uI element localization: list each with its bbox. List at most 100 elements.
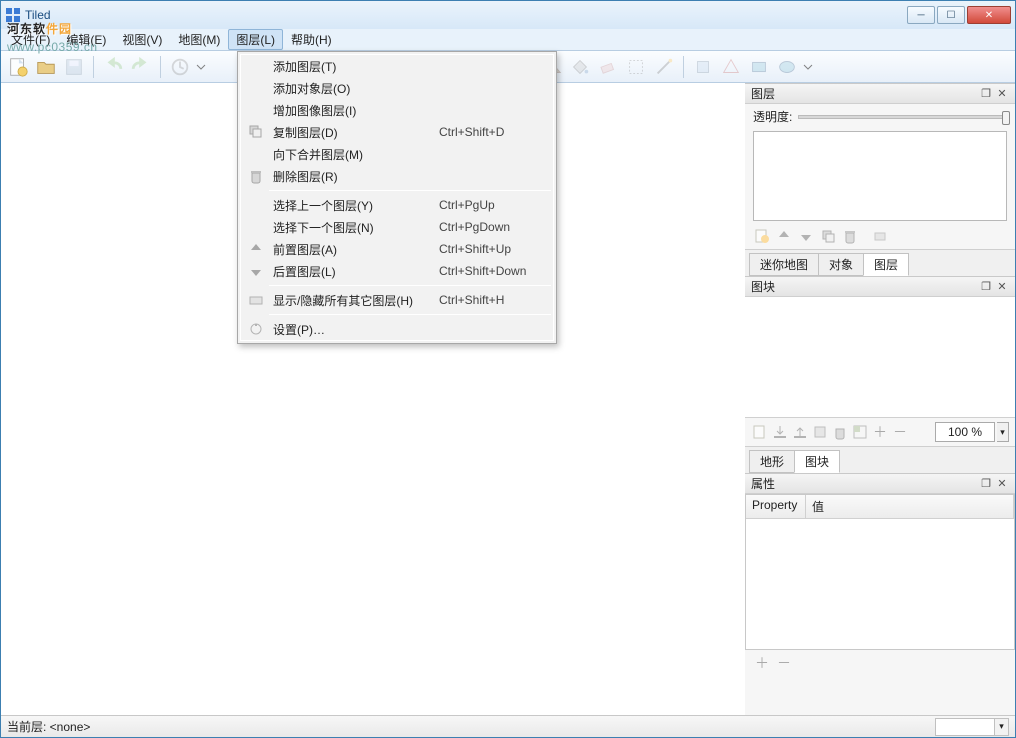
new-layer-icon[interactable] <box>753 227 771 245</box>
move-up-icon[interactable] <box>775 227 793 245</box>
edit-polygon-icon[interactable] <box>718 54 744 80</box>
menu-separator <box>269 285 551 286</box>
properties-table[interactable]: Property 值 <box>745 494 1015 650</box>
remove-property-icon[interactable]: － <box>775 654 793 672</box>
insert-rect-icon[interactable] <box>746 54 772 80</box>
menu-select-prev-layer[interactable]: 选择上一个图层(Y)Ctrl+PgUp <box>241 194 553 216</box>
dropdown-arrow-icon[interactable] <box>195 54 207 80</box>
toggle-visibility-icon[interactable] <box>871 227 889 245</box>
column-property: Property <box>746 495 806 518</box>
object-select-icon[interactable] <box>690 54 716 80</box>
add-terrain-icon[interactable]: ＋ <box>871 423 889 441</box>
menu-help[interactable]: 帮助(H) <box>283 29 340 50</box>
menu-add-image-layer[interactable]: 增加图像图层(I) <box>241 99 553 121</box>
menu-bar: 文件(F) 编辑(E) 视图(V) 地图(M) 图层(L) 帮助(H) <box>1 29 1015 51</box>
tab-minimap[interactable]: 迷你地图 <box>749 253 819 276</box>
layer-menu-dropdown: 添加图层(T) 添加对象层(O) 增加图像图层(I) 复制图层(D)Ctrl+S… <box>237 51 557 344</box>
tileset-properties-icon[interactable] <box>811 423 829 441</box>
magic-wand-icon[interactable] <box>651 54 677 80</box>
menu-remove-layer[interactable]: 删除图层(R) <box>241 165 553 187</box>
arrow-up-icon <box>245 241 267 257</box>
export-tileset-icon[interactable] <box>791 423 809 441</box>
tab-objects[interactable]: 对象 <box>818 253 864 276</box>
dropdown-arrow-icon[interactable] <box>802 54 814 80</box>
add-property-icon[interactable]: ＋ <box>753 654 771 672</box>
trash-icon <box>245 168 267 184</box>
menu-add-tile-layer[interactable]: 添加图层(T) <box>241 55 553 77</box>
close-button[interactable]: ✕ <box>967 6 1011 24</box>
right-dock: 图层 ❐ ✕ 透明度: 迷你地图 <box>745 83 1015 715</box>
layers-panel: 图层 ❐ ✕ 透明度: 迷你地图 <box>745 83 1015 276</box>
status-bar: 当前层: <none> ▾ <box>1 715 1015 737</box>
current-layer-label: 当前层: <none> <box>7 718 931 735</box>
insert-ellipse-icon[interactable] <box>774 54 800 80</box>
menu-file[interactable]: 文件(F) <box>3 29 58 50</box>
panel-close-icon[interactable]: ✕ <box>995 477 1009 491</box>
properties-icon <box>245 321 267 337</box>
undock-icon[interactable]: ❐ <box>979 87 993 101</box>
menu-raise-layer[interactable]: 前置图层(A)Ctrl+Shift+Up <box>241 238 553 260</box>
undock-icon[interactable]: ❐ <box>979 280 993 294</box>
move-down-icon[interactable] <box>797 227 815 245</box>
new-file-icon[interactable] <box>5 54 31 80</box>
separator <box>683 56 684 78</box>
new-tileset-icon[interactable] <box>751 423 769 441</box>
menu-toggle-other-layers[interactable]: 显示/隐藏所有其它图层(H)Ctrl+Shift+H <box>241 289 553 311</box>
menu-layer-properties[interactable]: 设置(P)… <box>241 318 553 340</box>
app-icon <box>5 7 21 23</box>
menu-separator <box>269 190 551 191</box>
fill-tool-icon[interactable] <box>567 54 593 80</box>
undo-icon[interactable] <box>100 54 126 80</box>
visibility-icon <box>245 292 267 308</box>
delete-tileset-icon[interactable] <box>831 423 849 441</box>
menu-edit[interactable]: 编辑(E) <box>58 29 114 50</box>
redo-icon[interactable] <box>128 54 154 80</box>
menu-add-object-layer[interactable]: 添加对象层(O) <box>241 77 553 99</box>
panel-title: 图层 <box>751 85 977 102</box>
arrow-down-icon <box>245 263 267 279</box>
duplicate-layer-icon[interactable] <box>819 227 837 245</box>
panel-title: 图块 <box>751 278 977 295</box>
status-zoom-box[interactable] <box>935 718 995 736</box>
menu-layer[interactable]: 图层(L) <box>228 29 283 50</box>
separator <box>160 56 161 78</box>
maximize-button[interactable]: ☐ <box>937 6 965 24</box>
import-tileset-icon[interactable] <box>771 423 789 441</box>
app-window: 河东软件园 www.pc0359.cn Tiled ─ ☐ ✕ 文件(F) 编辑… <box>0 0 1016 738</box>
command-icon[interactable] <box>167 54 193 80</box>
layers-list[interactable] <box>753 131 1007 221</box>
menu-lower-layer[interactable]: 后置图层(L)Ctrl+Shift+Down <box>241 260 553 282</box>
open-file-icon[interactable] <box>33 54 59 80</box>
delete-layer-icon[interactable] <box>841 227 859 245</box>
tab-tileset[interactable]: 图块 <box>794 450 840 473</box>
window-title: Tiled <box>25 8 907 22</box>
opacity-slider[interactable] <box>798 115 1007 119</box>
title-bar: Tiled ─ ☐ ✕ <box>1 1 1015 29</box>
properties-panel: 属性 ❐ ✕ Property 值 ＋ － <box>745 473 1015 676</box>
panel-title: 属性 <box>751 475 977 492</box>
menu-select-next-layer[interactable]: 选择下一个图层(N)Ctrl+PgDown <box>241 216 553 238</box>
eraser-tool-icon[interactable] <box>595 54 621 80</box>
duplicate-icon <box>245 124 267 140</box>
status-zoom-dropdown-icon[interactable]: ▾ <box>995 718 1009 736</box>
tileset-view[interactable] <box>745 297 1015 417</box>
tilesets-panel: 图块 ❐ ✕ ＋ － 100 % ▾ <box>745 276 1015 473</box>
menu-merge-down[interactable]: 向下合并图层(M) <box>241 143 553 165</box>
tab-layers[interactable]: 图层 <box>863 253 909 276</box>
separator <box>93 56 94 78</box>
menu-map[interactable]: 地图(M) <box>170 29 228 50</box>
undock-icon[interactable]: ❐ <box>979 477 993 491</box>
edit-terrain-icon[interactable] <box>851 423 869 441</box>
tab-terrain[interactable]: 地形 <box>749 450 795 473</box>
zoom-dropdown-icon[interactable]: ▾ <box>997 422 1009 442</box>
minimize-button[interactable]: ─ <box>907 6 935 24</box>
panel-close-icon[interactable]: ✕ <box>995 280 1009 294</box>
save-icon[interactable] <box>61 54 87 80</box>
menu-view[interactable]: 视图(V) <box>114 29 170 50</box>
select-tool-icon[interactable] <box>623 54 649 80</box>
panel-close-icon[interactable]: ✕ <box>995 87 1009 101</box>
menu-duplicate-layer[interactable]: 复制图层(D)Ctrl+Shift+D <box>241 121 553 143</box>
remove-terrain-icon[interactable]: － <box>891 423 909 441</box>
zoom-value[interactable]: 100 % <box>935 422 995 442</box>
column-value: 值 <box>806 495 1014 518</box>
